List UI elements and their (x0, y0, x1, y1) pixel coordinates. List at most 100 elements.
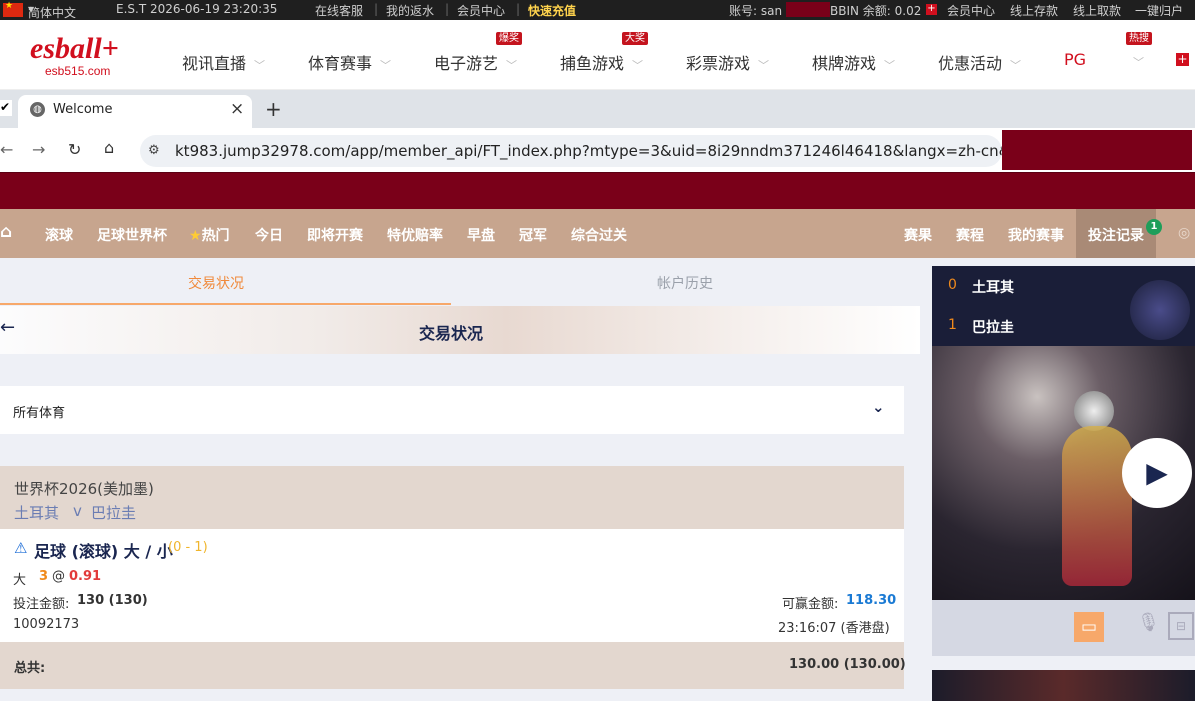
tab-transactions[interactable]: 交易状况 (188, 273, 244, 293)
tab-account-history[interactable]: 帐户历史 (657, 273, 713, 293)
nav-promotions[interactable]: 优惠活动 ﹀ (938, 50, 1021, 74)
nav-chess[interactable]: 棋牌游戏 ﹀ (812, 50, 895, 74)
sportnav-outright[interactable]: 冠军 (519, 225, 547, 245)
bet-line: 3 (39, 569, 49, 584)
address-bar[interactable]: ⚙ kt983.jump32978.com/app/member_api/FT_… (140, 135, 1002, 167)
eye-off-icon[interactable]: ◎ (1178, 225, 1190, 241)
site-settings-icon[interactable]: ⚙ (148, 135, 160, 167)
bet-time: 23:16:07 (香港盘) (778, 621, 890, 636)
ball-graphic (1130, 280, 1190, 340)
right-link-withdraw[interactable]: 线上取款 (1073, 2, 1121, 19)
bet-at: @ (52, 569, 65, 584)
bet-score: (0 - 1) (168, 540, 208, 555)
swiss-cross-icon[interactable]: + (1176, 53, 1189, 66)
bet-ticket: ⚠ 足球 (滚球) 大 / 小 (0 - 1) 大 3 @ 0.91 投注金额:… (0, 529, 904, 642)
chevron-down-icon: ﹀ (380, 59, 392, 72)
bet-selection: 大 (13, 573, 27, 588)
esball-logo[interactable]: esball+ esb515.com (30, 34, 140, 84)
home-score: 0 (948, 277, 957, 293)
sportnav-results[interactable]: 赛果 (904, 225, 932, 245)
divider: | (516, 2, 521, 16)
right-link-consolidate[interactable]: 一键归户 (1135, 2, 1183, 19)
nav-sports[interactable]: 体育赛事 ﹀ (308, 50, 391, 74)
sportnav-bet-record[interactable]: 投注记录 1 (1076, 209, 1162, 258)
sport-filter-dropdown[interactable]: 所有体育 ⌄ (0, 386, 904, 434)
globe-icon: ◍ (30, 102, 45, 117)
scoreboard-home-team: 土耳其 (972, 280, 1014, 296)
sportnav-worldcup[interactable]: 足球世界杯 (97, 225, 167, 245)
total-value: 130.00 (130.00) (789, 657, 906, 672)
new-tab-icon[interactable]: + (265, 97, 282, 121)
account-redaction (786, 2, 830, 17)
league-name: 世界杯2026(美加墨) (14, 480, 154, 498)
scoreboard-away-team: 巴拉圭 (972, 320, 1014, 336)
football-graphic (1074, 391, 1114, 431)
close-icon[interactable]: × (230, 99, 244, 119)
reload-icon[interactable]: ↻ (68, 140, 81, 159)
total-row: 总共: 130.00 (130.00) (0, 642, 906, 689)
tv-icon[interactable]: ▭ (1074, 612, 1104, 642)
chevron-down-icon[interactable]: ﹀ (1133, 54, 1144, 70)
nav-slots[interactable]: 电子游艺 ﹀ (434, 50, 517, 74)
sportnav-hot[interactable]: ★热门 (189, 225, 230, 245)
quick-recharge-link[interactable]: 快速充值 (528, 2, 576, 19)
url-text: kt983.jump32978.com/app/member_api/FT_in… (175, 142, 1002, 160)
browser-tab-strip: ✔ ◍ Welcome × + (0, 90, 1195, 128)
server-time: E.S.T 2026-06-19 23:20:35 (116, 2, 278, 16)
sportnav-today[interactable]: 今日 (255, 225, 283, 245)
sportnav-live[interactable]: 滚球 (45, 225, 73, 245)
chevron-down-icon: ﹀ (632, 59, 644, 72)
stake-value: 130 (130) (77, 593, 148, 608)
hot-badge: 爆奖 (496, 32, 522, 45)
nav-lottery[interactable]: 彩票游戏 ﹀ (686, 50, 769, 74)
sportnav-my-events[interactable]: 我的赛事 (1008, 225, 1064, 245)
chevron-down-icon: ⌄ (872, 398, 885, 416)
stake-label: 投注金额: (13, 597, 70, 612)
checkmark-icon[interactable]: ✔ (0, 100, 12, 116)
chevron-down-icon: ﹀ (1010, 59, 1022, 72)
sportnav-upcoming[interactable]: 即将开赛 (307, 225, 363, 245)
win-label: 可赢金额: (782, 597, 839, 612)
event-header: 世界杯2026(美加墨) 土耳其 v 巴拉圭 (0, 466, 904, 529)
nav-live-casino[interactable]: 视讯直播 ﹀ (182, 50, 265, 74)
sportnav-parlay[interactable]: 综合过关 (571, 225, 627, 245)
field-icon[interactable]: ⊟ (1168, 612, 1194, 640)
sport-filter-value: 所有体育 (13, 406, 66, 421)
win-value: 118.30 (846, 593, 897, 608)
home-icon[interactable]: ⌂ (104, 138, 114, 157)
link-rebate[interactable]: 我的返水 (386, 2, 434, 19)
back-icon[interactable]: ← (0, 140, 13, 159)
right-link-member[interactable]: 会员中心 (947, 2, 995, 19)
scoreboard: 0 土耳其 1 巴拉圭 (932, 266, 1195, 346)
promo-thumbnail[interactable] (932, 670, 1195, 701)
chevron-down-icon: ﹀ (254, 59, 266, 72)
logo-domain: esb515.com (45, 64, 111, 78)
link-member-center[interactable]: 会员中心 (457, 2, 505, 19)
chevron-down-icon: ﹀ (758, 59, 770, 72)
sportnav-best-odds[interactable]: 特优赔率 (387, 225, 443, 245)
sportnav-early[interactable]: 早盘 (467, 225, 495, 245)
play-icon[interactable]: ▶ (1122, 438, 1192, 508)
browser-tab[interactable]: ◍ Welcome × (18, 95, 252, 128)
live-video[interactable]: ▶ (932, 346, 1195, 600)
tab-title: Welcome (53, 102, 113, 117)
page-title: 交易状况 (419, 324, 484, 343)
sportnav-schedule[interactable]: 赛程 (956, 225, 984, 245)
nav-pg[interactable]: PG (1064, 50, 1086, 69)
right-link-deposit[interactable]: 线上存款 (1010, 2, 1058, 19)
refresh-balance-icon[interactable]: + (926, 4, 937, 15)
forward-icon[interactable]: → (32, 140, 45, 159)
bet-market: 足球 (滚球) 大 / 小 (34, 542, 173, 561)
home-icon[interactable]: ⌂ (0, 222, 12, 242)
back-arrow-icon[interactable]: ← (0, 317, 15, 338)
nav-fishing[interactable]: 捕鱼游戏 ﹀ (560, 50, 643, 74)
bet-odds: 0.91 (69, 569, 102, 584)
account-label: 账号: san (729, 4, 783, 18)
page-header: ← 交易状况 (0, 306, 920, 354)
bet-count-badge: 1 (1146, 219, 1162, 235)
microphone-icon[interactable]: 🎙 (1137, 612, 1160, 633)
language-select[interactable]: 简体中文 ▾ (28, 2, 76, 20)
bbin-balance: BBIN 余额: 0.02 (830, 4, 922, 18)
sports-header-banner (0, 172, 1195, 209)
link-online-service[interactable]: 在线客服 (315, 2, 363, 19)
